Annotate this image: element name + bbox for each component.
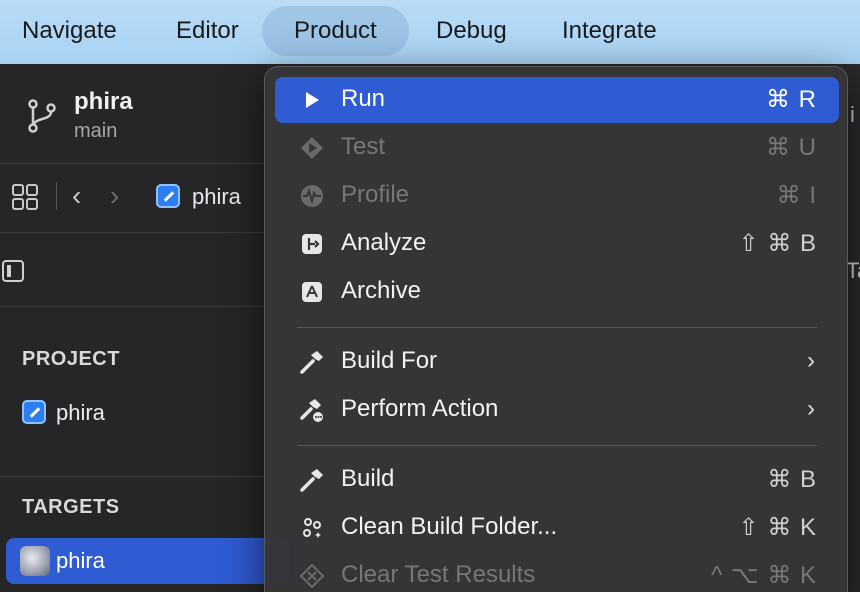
target-list-item[interactable]: phira [56,548,105,574]
menu-item-run[interactable]: Run ⌘ R [275,77,839,123]
toolbar-separator [56,182,57,210]
clean-sparkle-icon [299,516,325,540]
chevron-right-icon: › [807,395,815,422]
project-list-item[interactable]: phira [56,400,105,426]
menu-item-profile[interactable]: Profile ⌘ I [275,173,839,219]
menu-item-clear-test-results[interactable]: Clear Test Results ^ ⌥ ⌘ K [275,553,839,592]
menu-item-label: Test [341,133,386,160]
menu-item-build[interactable]: Build ⌘ B [275,457,839,503]
app-target-icon [20,546,50,576]
chevron-left-icon[interactable]: ‹ [72,180,81,212]
menubar-integrate[interactable]: Integrate [530,6,689,56]
menu-separator [297,445,817,446]
menu-item-build-for[interactable]: Build For › [275,339,839,385]
menubar-navigate[interactable]: Navigate [0,6,149,56]
play-icon [299,88,325,112]
menu-item-label: Analyze [341,229,427,256]
menu-item-label: Perform Action [341,395,499,422]
analyze-icon [299,232,325,256]
divider [0,232,290,233]
xcodeproj-icon [156,184,180,208]
menu-bar: Navigate Editor Product Debug Integrate [0,0,860,64]
menubar-editor[interactable]: Editor [144,6,271,56]
profile-waveform-icon [299,184,325,208]
breadcrumb-project[interactable]: phira [192,184,241,210]
test-diamond-icon [299,136,325,160]
menu-item-label: Clean Build Folder... [341,513,558,540]
menu-item-clean-build-folder[interactable]: Clean Build Folder... ⇧ ⌘ K [275,505,839,551]
divider [0,163,290,164]
branch-icon [28,99,56,133]
clear-results-icon [299,564,325,588]
menubar-debug[interactable]: Debug [404,6,539,56]
editor-fragment: i [850,102,855,127]
menu-item-label: Profile [341,181,410,208]
grid-view-icon[interactable] [12,184,38,210]
menu-item-test[interactable]: Test ⌘ U [275,125,839,171]
menu-item-perform-action[interactable]: Perform Action › [275,387,839,433]
divider [0,306,290,307]
divider [0,476,290,477]
menu-item-label: Clear Test Results [341,561,536,588]
menu-item-shortcut: ^ ⌥ ⌘ K [711,562,817,589]
hammer-icon [299,468,325,492]
menu-item-label: Build [341,465,395,492]
hammer-action-icon [299,398,325,422]
section-header-project: PROJECT [22,348,120,370]
menu-item-shortcut: ⇧ ⌘ B [738,230,817,257]
menu-item-label: Run [341,85,386,112]
menu-item-analyze[interactable]: Analyze ⇧ ⌘ B [275,221,839,267]
menu-item-archive[interactable]: Archive [275,269,839,315]
menu-item-shortcut: ⌘ I [776,182,817,209]
menu-item-label: Build For [341,347,438,374]
menu-item-shortcut: ⌘ R [766,86,817,113]
branch-name: main [74,120,118,142]
hammer-icon [299,350,325,374]
project-title: phira [74,88,133,115]
sidebar-toggle-icon[interactable] [2,260,24,282]
archive-icon [299,280,325,304]
chevron-right-icon[interactable]: › [110,180,119,212]
menu-item-label: Archive [341,277,422,304]
editor-fragment: Ta [846,258,860,283]
menu-item-shortcut: ⌘ B [767,466,817,493]
menu-separator [297,327,817,328]
product-menu: Run ⌘ R Test ⌘ U Profile ⌘ I Analyze ⇧ ⌘… [264,66,848,592]
xcodeproj-icon [22,400,46,424]
menu-item-shortcut: ⇧ ⌘ K [738,514,817,541]
section-header-targets: TARGETS [22,496,120,518]
chevron-right-icon: › [807,347,815,374]
menu-item-shortcut: ⌘ U [766,134,817,161]
menubar-product[interactable]: Product [262,6,409,56]
